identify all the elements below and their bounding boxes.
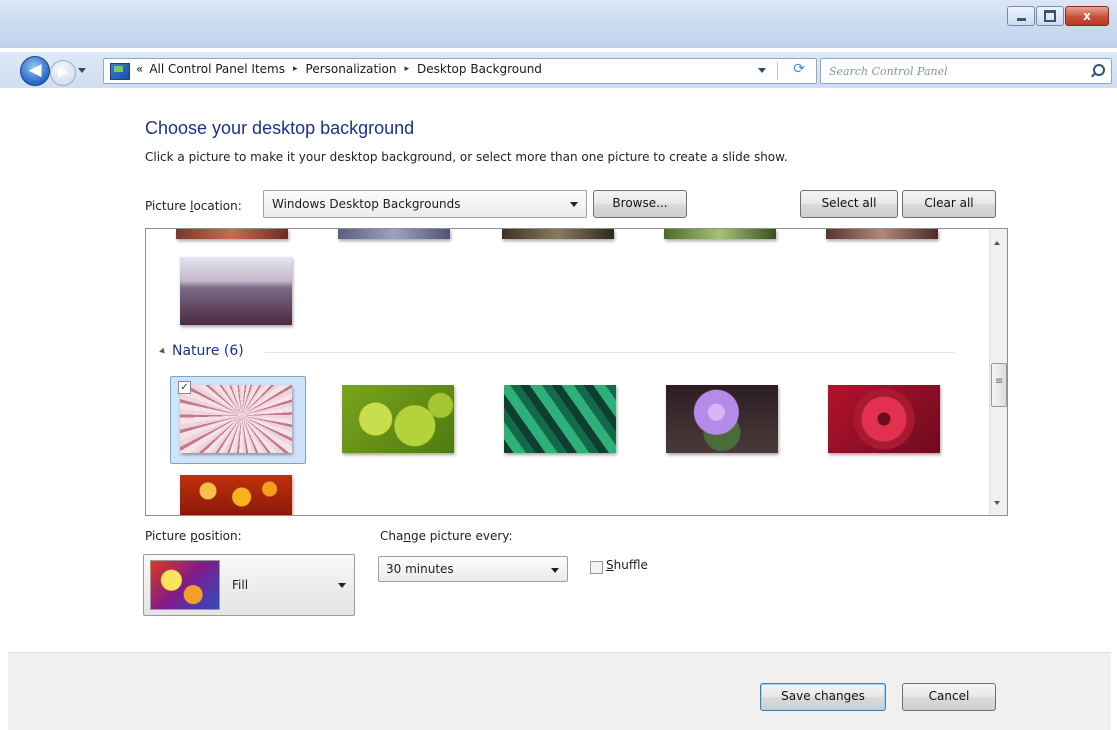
shuffle-label[interactable]: Shuffle <box>606 558 648 572</box>
group-label-nature: Nature (6) <box>172 343 244 359</box>
save-changes-button[interactable]: Save changes <box>760 683 886 711</box>
thumbnail-green-orbs[interactable] <box>342 385 454 453</box>
change-picture-every-label: Change picture every: <box>380 529 513 543</box>
thumbnail-green-leaves[interactable] <box>504 385 616 453</box>
maximize-button[interactable] <box>1036 6 1064 26</box>
footer-bar: Save changes Cancel <box>8 652 1111 730</box>
forward-arrow-icon: ▶ <box>58 65 68 80</box>
close-button[interactable]: x <box>1065 6 1109 26</box>
change-picture-interval-select[interactable]: 30 minutes <box>378 556 568 582</box>
page-title: Choose your desktop background <box>145 118 415 138</box>
picture-location-label: Picture location: <box>145 199 242 213</box>
search-box[interactable] <box>820 58 1112 84</box>
thumbnail-orange-bokeh[interactable] <box>180 475 292 515</box>
address-bar[interactable]: « All Control Panel Items ▸ Personalizat… <box>103 58 817 84</box>
breadcrumb-separator-icon[interactable]: ▸ <box>405 64 410 74</box>
gallery-scrollbar[interactable] <box>989 229 1007 515</box>
recent-pages-dropdown-icon[interactable] <box>78 68 86 73</box>
breadcrumb-item-personalization[interactable]: Personalization <box>306 62 397 76</box>
select-all-button[interactable]: Select all <box>800 190 898 218</box>
main-content: Choose your desktop background Click a p… <box>8 92 1111 652</box>
group-divider <box>265 352 955 353</box>
thumbnail-purple-thistle[interactable] <box>666 385 778 453</box>
chevron-down-icon <box>570 202 578 207</box>
chevron-down-icon <box>338 583 346 588</box>
scrollbar-thumb[interactable] <box>991 363 1007 407</box>
clear-all-button[interactable]: Clear all <box>902 190 996 218</box>
close-icon: x <box>1083 9 1091 23</box>
navigation-bar: ◀ ▶ « All Control Panel Items ▸ Personal… <box>0 52 1117 88</box>
thumbnail-checkbox[interactable]: ✓ <box>178 381 191 394</box>
picture-location-select[interactable]: Windows Desktop Backgrounds <box>263 190 587 218</box>
breadcrumb-item-desktop-background[interactable]: Desktop Background <box>417 62 542 76</box>
picture-gallery[interactable]: Nature (6) ✓ <box>145 228 1008 516</box>
browse-button[interactable]: Browse... <box>593 190 687 218</box>
change-picture-interval-value: 30 minutes <box>386 562 454 576</box>
breadcrumb-separator-icon[interactable]: ▸ <box>293 64 298 74</box>
browse-button-label: Browse... <box>612 196 668 210</box>
search-icon[interactable] <box>1093 64 1105 76</box>
breadcrumb-item-all-control-panel-items[interactable]: All Control Panel Items <box>149 62 285 76</box>
address-history-dropdown-icon[interactable] <box>758 68 766 73</box>
group-header-nature[interactable]: Nature (6) <box>159 343 960 361</box>
window-controls: x <box>1006 6 1109 26</box>
thumbnail-partial[interactable] <box>502 229 614 239</box>
picture-position-select[interactable]: Fill <box>143 554 355 616</box>
refresh-icon[interactable]: ⟳ <box>793 61 805 77</box>
save-changes-button-label: Save changes <box>781 689 865 703</box>
clear-all-button-label: Clear all <box>924 196 974 210</box>
select-all-button-label: Select all <box>821 196 877 210</box>
picture-location-value: Windows Desktop Backgrounds <box>272 197 461 211</box>
thumbnail-partial[interactable] <box>826 229 938 239</box>
picture-position-label: Picture position: <box>145 529 242 543</box>
thumbnail-partial[interactable] <box>176 229 288 239</box>
cancel-button[interactable]: Cancel <box>902 683 996 711</box>
minimize-icon <box>1016 17 1026 21</box>
minimize-button[interactable] <box>1007 6 1035 26</box>
breadcrumb: « All Control Panel Items ▸ Personalizat… <box>136 62 542 76</box>
back-arrow-icon: ◀ <box>28 60 42 80</box>
back-button[interactable]: ◀ <box>20 56 50 86</box>
chevron-down-icon <box>551 568 559 573</box>
thumbnail-partial[interactable] <box>338 229 450 239</box>
thumbnail-partial[interactable] <box>664 229 776 239</box>
picture-position-value: Fill <box>232 578 249 592</box>
shuffle-checkbox[interactable] <box>590 561 603 574</box>
scroll-up-icon[interactable] <box>994 241 1000 245</box>
collapse-group-icon[interactable] <box>159 347 167 356</box>
scroll-down-icon[interactable] <box>994 501 1000 505</box>
picture-position-preview <box>150 560 220 610</box>
thumbnail-pink-fiber[interactable] <box>180 385 292 453</box>
forward-button[interactable]: ▶ <box>50 60 76 86</box>
thumbnail-lavender-field[interactable] <box>180 257 292 325</box>
search-input[interactable] <box>827 62 1071 80</box>
control-panel-icon <box>110 63 130 80</box>
thumbnail-red-dahlia[interactable] <box>828 385 940 453</box>
maximize-icon <box>1044 10 1056 22</box>
breadcrumb-overflow[interactable]: « <box>136 62 143 76</box>
page-instructions: Click a picture to make it your desktop … <box>145 150 788 164</box>
address-divider <box>777 62 778 80</box>
cancel-button-label: Cancel <box>928 689 970 703</box>
window-title-bar: x <box>0 0 1117 48</box>
